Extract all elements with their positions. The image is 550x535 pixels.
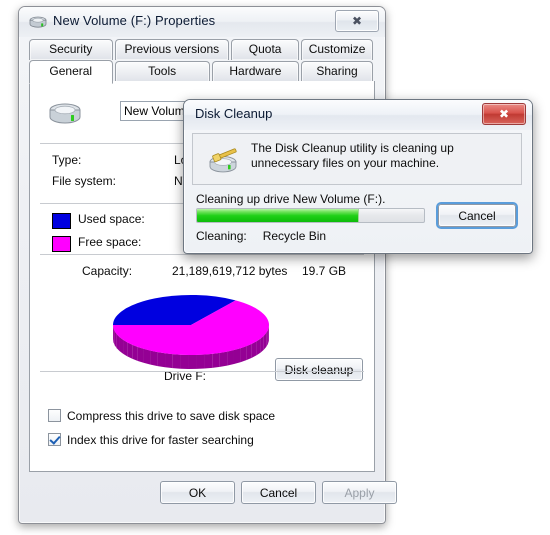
tab-label: Previous versions — [124, 42, 220, 56]
disk-usage-pie-chart — [108, 291, 274, 369]
capacity-bytes: 21,189,619,712 bytes — [172, 264, 288, 278]
tab-security[interactable]: Security — [29, 39, 113, 60]
hard-drive-large-icon — [48, 101, 82, 127]
filesystem-label: File system: — [52, 174, 117, 188]
index-drive-checkbox-row[interactable]: Index this drive for faster searching — [48, 433, 254, 447]
tab-hardware[interactable]: Hardware — [211, 61, 300, 82]
apply-button: Apply — [322, 481, 397, 504]
close-icon: ✖ — [498, 107, 510, 121]
index-drive-label: Index this drive for faster searching — [67, 433, 254, 447]
tab-label: Hardware — [229, 64, 282, 78]
disk-cleanup-current-item: Cleaning: Recycle Bin — [196, 229, 326, 243]
tab-customize[interactable]: Customize — [301, 39, 373, 60]
close-icon: ✖ — [351, 14, 363, 28]
tab-strip: Security Previous versions Quota Customi… — [29, 39, 375, 84]
compress-drive-checkbox-row[interactable]: Compress this drive to save disk space — [48, 409, 275, 423]
tab-label: Customize — [308, 42, 366, 56]
progress-bar-fill — [197, 209, 360, 222]
disk-cleanup-dialog: Disk Cleanup ✖ The Disk Cleanup utility … — [183, 99, 533, 254]
free-space-swatch — [52, 236, 71, 252]
compress-drive-label: Compress this drive to save disk space — [67, 409, 276, 423]
type-label: Type: — [52, 153, 82, 167]
disk-cleanup-message: The Disk Cleanup utility is cleaning up … — [251, 141, 454, 170]
disk-cleanup-progress-bar — [196, 208, 425, 223]
used-space-swatch — [52, 213, 71, 229]
volume-properties-window: New Volume (F:) Properties ✖ Security Pr… — [18, 6, 397, 524]
disk-cleanup-status-text: Cleaning up drive New Volume (F:). — [196, 192, 386, 206]
used-space-label: Used space: — [78, 212, 145, 226]
compress-drive-checkbox[interactable] — [48, 409, 61, 422]
free-space-label: Free space: — [78, 235, 142, 249]
index-drive-checkbox[interactable] — [48, 433, 61, 446]
hard-drive-icon — [29, 16, 47, 29]
capacity-label: Capacity: — [82, 264, 133, 278]
disk-cleanup-message-box: The Disk Cleanup utility is cleaning up … — [192, 133, 522, 185]
disk-cleanup-button[interactable]: Disk cleanup — [275, 358, 363, 381]
disk-cleanup-close-button[interactable]: ✖ — [482, 103, 526, 125]
tab-label: General — [49, 64, 93, 78]
disk-cleanup-broom-icon — [207, 147, 243, 173]
disk-cleanup-title: Disk Cleanup — [195, 106, 273, 121]
tab-sharing[interactable]: Sharing — [301, 61, 373, 82]
divider — [40, 371, 364, 372]
cleaning-label: Cleaning: — [196, 229, 247, 243]
tab-quota[interactable]: Quota — [231, 39, 300, 60]
tab-label: Sharing — [316, 64, 358, 78]
page-title: New Volume (F:) Properties — [53, 13, 216, 28]
disk-cleanup-titlebar[interactable]: Disk Cleanup ✖ — [184, 100, 532, 130]
close-button[interactable]: ✖ — [335, 10, 379, 32]
tab-tools[interactable]: Tools — [114, 61, 210, 82]
cancel-button[interactable]: Cancel — [241, 481, 316, 504]
tab-label: Tools — [148, 64, 177, 78]
tab-label: Quota — [248, 42, 282, 56]
cleaning-value: Recycle Bin — [262, 229, 327, 243]
dialog-button-bar: OK Cancel Apply — [29, 481, 397, 507]
tab-general[interactable]: General — [29, 60, 113, 84]
screen: New Volume (F:) Properties ✖ Security Pr… — [0, 0, 550, 535]
capacity-gb: 19.7 GB — [302, 264, 347, 278]
ok-button[interactable]: OK — [160, 481, 235, 504]
disk-cleanup-cancel-button[interactable]: Cancel — [436, 202, 518, 229]
tab-row-1: Security Previous versions Quota Customi… — [29, 39, 375, 60]
properties-titlebar[interactable]: New Volume (F:) Properties ✖ — [19, 7, 385, 37]
tab-label: Security — [49, 42, 93, 56]
divider — [40, 254, 364, 255]
tab-previous-versions[interactable]: Previous versions — [114, 39, 230, 60]
